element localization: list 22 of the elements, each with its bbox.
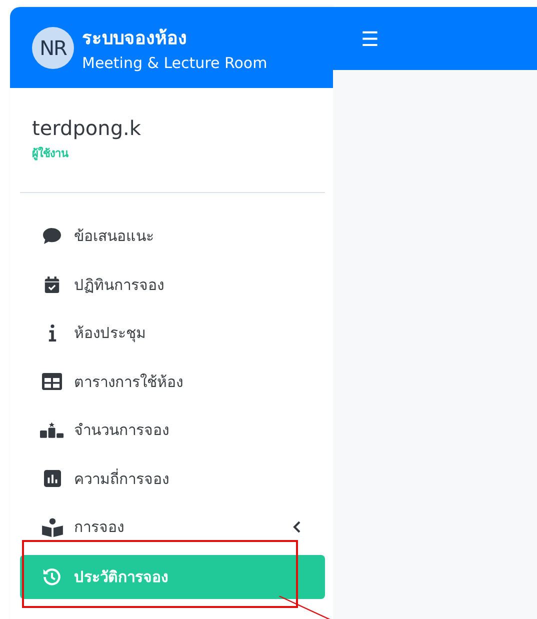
menu-item[interactable]: ตารางการใช้ห้อง — [20, 360, 325, 402]
menu-item[interactable]: ความถี่การจอง — [20, 458, 325, 500]
menu-item[interactable]: จำนวนการจอง — [20, 409, 325, 451]
comment-icon — [42, 227, 62, 245]
menu-item[interactable]: ปฏิทินการจอง — [20, 264, 325, 306]
user-role: ผู้ใช้งาน — [32, 146, 69, 162]
table-icon — [42, 373, 62, 390]
history-icon — [42, 566, 62, 586]
menu-item[interactable]: การจอง — [20, 506, 325, 548]
menu-button[interactable]: ☰ — [357, 26, 383, 50]
logo-avatar: NR — [32, 26, 74, 68]
podium-icon — [40, 422, 64, 438]
menu-item[interactable]: ข้อเสนอแนะ — [20, 215, 325, 257]
leader-line — [279, 596, 331, 619]
info-icon — [48, 324, 56, 342]
menu-item[interactable]: ห้องประชุม — [20, 312, 325, 354]
brand-subtitle: Meeting & Lecture Room — [82, 54, 268, 72]
bar-chart-icon — [44, 470, 60, 487]
book-reader-icon — [42, 518, 62, 536]
brand-title: ระบบจองห้อง — [82, 27, 188, 51]
calendar-check-icon — [44, 276, 60, 294]
user-name[interactable]: terdpong.k — [32, 116, 141, 140]
